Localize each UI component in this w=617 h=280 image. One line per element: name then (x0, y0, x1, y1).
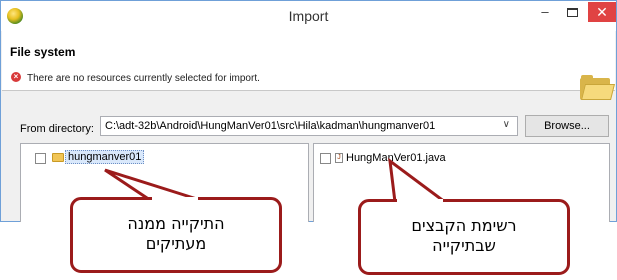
right-pointer-mask (397, 199, 443, 203)
left-pointer-mask (152, 197, 198, 201)
callout-pointer-masks (152, 197, 443, 203)
